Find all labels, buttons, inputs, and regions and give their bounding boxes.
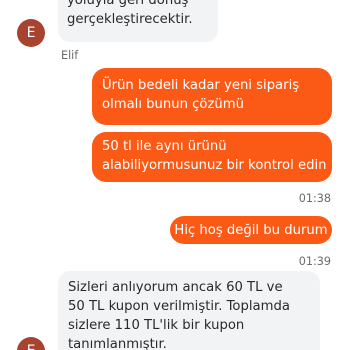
- message-timestamp: 01:39: [298, 255, 331, 268]
- agent-name: Elif: [61, 49, 79, 62]
- message-line: 50 TL kupon verilmiştir. Toplamda: [68, 299, 290, 314]
- message-line: Sizleri anlıyorum ancak 60 TL ve: [68, 280, 283, 295]
- message-line: olmalı bunun çözümü: [102, 97, 244, 112]
- message-line: yoluyla geri dönüş: [67, 0, 189, 8]
- outgoing-message: 50 tl ile aynı ürünü alabiliyormusunuz b…: [92, 132, 332, 182]
- incoming-message: Sizleri anlıyorum ancak 60 TL ve 50 TL k…: [58, 271, 320, 350]
- message-line: Ürün bedeli kadar yeni sipariş: [102, 78, 300, 93]
- agent-avatar: E: [17, 337, 45, 350]
- message-line: tanımlanmıştır.: [68, 337, 167, 350]
- chat-view[interactable]: yoluyla geri dönüş gerçekleştirecektir. …: [0, 0, 350, 350]
- avatar-letter: E: [27, 343, 36, 350]
- incoming-message: yoluyla geri dönüş gerçekleştirecektir.: [58, 0, 218, 42]
- message-line: Hiç hoş değil bu durum: [174, 223, 328, 238]
- avatar-letter: E: [26, 25, 36, 41]
- message-line: gerçekleştirecektir.: [67, 12, 193, 27]
- agent-avatar: E: [17, 19, 45, 47]
- message-line: alabiliyormusunuz bir kontrol edin: [102, 158, 327, 173]
- message-timestamp: 01:38: [298, 192, 331, 205]
- outgoing-message: Ürün bedeli kadar yeni sipariş olmalı bu…: [92, 68, 332, 125]
- message-line: 50 tl ile aynı ürünü: [102, 139, 227, 154]
- outgoing-message: Hiç hoş değil bu durum: [170, 216, 332, 244]
- message-line: sizlere 110 TL'lik bir kupon: [68, 318, 245, 333]
